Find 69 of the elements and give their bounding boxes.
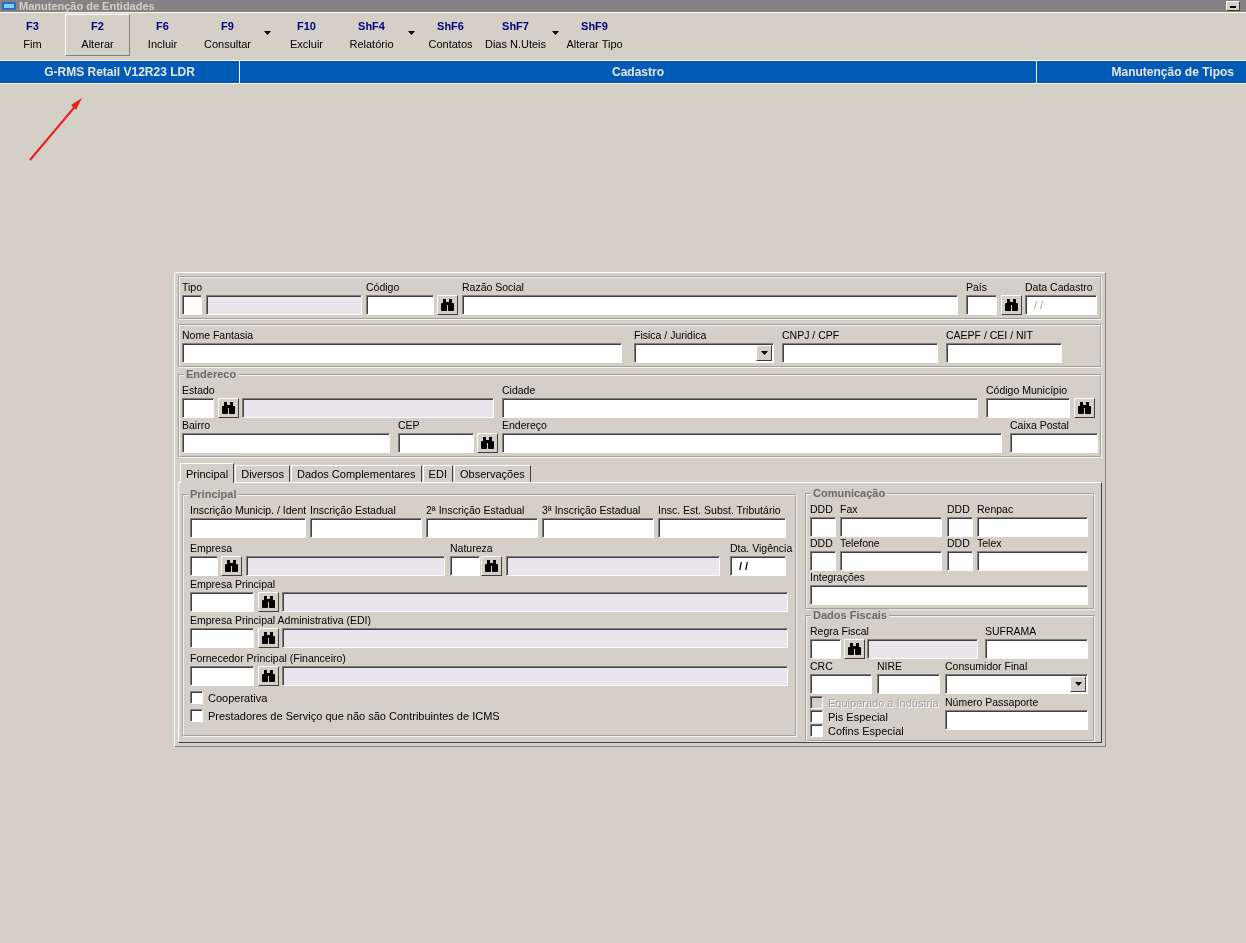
group-title: Dados Fiscais xyxy=(811,609,889,622)
field-label: Cidade xyxy=(502,384,536,397)
field-label: Consumidor Final xyxy=(945,660,1028,673)
field-label: Renpac xyxy=(977,503,1014,516)
window-title: Manutenção de Entidades xyxy=(19,0,155,12)
field-label: Empresa Principal Administrativa (EDI) xyxy=(190,614,371,627)
field-label: Endereço xyxy=(502,419,547,432)
field-label: Data Cadastro xyxy=(1025,281,1093,294)
field-label: DDD xyxy=(947,537,970,550)
field-label: Inscrição Municip. / Ident xyxy=(190,504,307,517)
checkbox-label: Cooperativa xyxy=(208,691,268,704)
field-label: Fisica / Juridica xyxy=(634,329,707,342)
field-label: Inscrição Estadual xyxy=(310,504,396,517)
field-label: Natureza xyxy=(450,542,493,555)
field-label: Tipo xyxy=(182,281,203,294)
field-label: 3ª Inscrição Estadual xyxy=(542,504,641,517)
field-label: Empresa Principal xyxy=(190,578,276,591)
field-label: Estado xyxy=(182,384,215,397)
field-label: Número Passaporte xyxy=(945,696,1039,709)
toolbar-button[interactable]: ShF7 Dias N.Uteis xyxy=(483,14,548,56)
toolbar-button[interactable]: F9 Consultar xyxy=(195,14,260,56)
toolbar-button[interactable]: F6 Incluir xyxy=(130,14,195,56)
field-label: CNPJ / CPF xyxy=(782,329,840,342)
field-label: Empresa xyxy=(190,542,232,555)
field-label: Nome Fantasia xyxy=(182,329,254,342)
field-label: Dta. Vigência xyxy=(730,542,793,555)
field-label: CAEPF / CEI / NIT xyxy=(946,329,1033,342)
header-text: Cadastro xyxy=(612,65,664,79)
toolbar-button[interactable]: ShF6 Contatos xyxy=(418,14,483,56)
group-title: Principal xyxy=(188,488,239,501)
field-label: CRC xyxy=(810,660,833,673)
field-label: Telex xyxy=(977,537,1002,550)
field-label: Fax xyxy=(840,503,858,516)
field-label: Integrações xyxy=(810,571,865,584)
header-text: Manutenção de Tipos xyxy=(1111,65,1234,79)
toolbar-button[interactable]: F2 Alterar xyxy=(65,14,130,56)
field-label: Insc. Est. Subst. Tributário xyxy=(658,504,781,517)
tab[interactable]: Dados Complementares xyxy=(291,465,422,482)
toolbar-button[interactable]: F3 Fim xyxy=(0,14,65,56)
tab[interactable]: Principal xyxy=(180,463,235,483)
field-label: Fornecedor Principal (Financeiro) xyxy=(190,652,346,665)
date-field[interactable]: / / xyxy=(730,556,786,576)
field-label: CEP xyxy=(398,419,420,432)
group-title: Endereco xyxy=(184,368,239,381)
field-label: DDD xyxy=(810,503,833,516)
field-label: Bairro xyxy=(182,419,210,432)
toolbar-button[interactable]: ShF9 Alterar Tipo xyxy=(562,14,627,56)
group-title: Comunicação xyxy=(811,487,888,500)
checkbox-label: Prestadores de Serviço que não são Contribuintes de ICMS xyxy=(208,709,500,722)
toolbar-button[interactable]: F10 Excluir xyxy=(274,14,339,56)
field-label: Telefone xyxy=(840,537,880,550)
checkbox-label: Pis Especial xyxy=(828,710,888,723)
field-label: País xyxy=(966,281,987,294)
field-label: DDD xyxy=(810,537,833,550)
field-label: Caixa Postal xyxy=(1010,419,1069,432)
field-label: SUFRAMA xyxy=(985,625,1037,638)
header-text: G-RMS Retail V12R23 LDR xyxy=(44,65,195,79)
tab[interactable]: Observações xyxy=(453,465,531,482)
field-label: Regra Fiscal xyxy=(810,625,869,638)
field-label: NIRE xyxy=(877,660,903,673)
tab[interactable]: EDI xyxy=(422,465,453,482)
field-label: Razão Social xyxy=(462,281,524,294)
tab[interactable]: Diversos xyxy=(235,465,290,482)
field-label: Código xyxy=(366,281,400,294)
field-label: DDD xyxy=(947,503,970,516)
checkbox-label: Cofins Especial xyxy=(828,724,904,737)
toolbar-button[interactable]: ShF4 Relatório xyxy=(339,14,404,56)
field-label: Código Município xyxy=(986,384,1068,397)
field-label: 2ª Inscrição Estadual xyxy=(426,504,525,517)
